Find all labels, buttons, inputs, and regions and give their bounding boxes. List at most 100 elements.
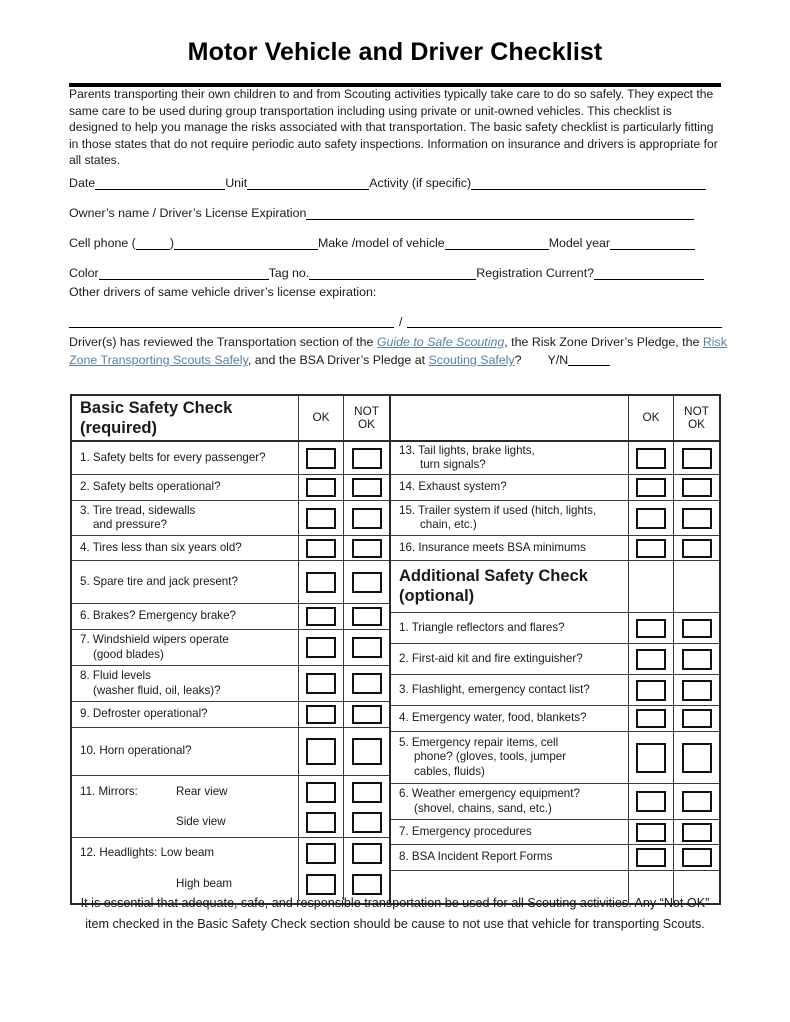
- basic-item-9-notok-checkbox[interactable]: [351, 705, 382, 724]
- additional-header-ok-blank: [629, 561, 674, 612]
- basic-item-2-text: Safety belts operational?: [92, 480, 221, 494]
- basic-item-4-ok-cell: [299, 536, 344, 560]
- basic-item-8-label: 8. Fluid levels (washer fluid, oil, leak…: [72, 666, 299, 701]
- basic-item-10-notok-checkbox[interactable]: [351, 738, 382, 765]
- basic-item-5-text: Spare tire and jack present?: [92, 574, 238, 588]
- checklist-table: Basic Safety Check (required) OK NOT OK …: [70, 394, 721, 905]
- additional-item-2-label: 2. First-aid kit and fire extinguisher?: [391, 644, 629, 674]
- basic-item-2-notok-checkbox[interactable]: [351, 478, 382, 497]
- additional-item-7-ok-cell: [629, 820, 674, 844]
- basic-item-3-text2: and pressure?: [93, 518, 168, 531]
- additional-item-8-label: 8. BSA Incident Report Forms: [391, 845, 629, 870]
- additional-item-8-ok-checkbox[interactable]: [636, 848, 666, 867]
- basic-item-7-notok-checkbox[interactable]: [351, 637, 382, 658]
- basic-item-7-ok-checkbox[interactable]: [306, 637, 336, 658]
- basic-item-5-ok-checkbox[interactable]: [306, 571, 336, 593]
- right-item-13-text2: turn signals?: [420, 458, 486, 471]
- basic-item-4-notok-checkbox[interactable]: [351, 538, 382, 558]
- basic-item-11-side-ok-checkbox[interactable]: [306, 812, 336, 833]
- registration-label: Registration Current?: [476, 266, 595, 280]
- basic-item-12-low-notok-checkbox[interactable]: [351, 842, 382, 864]
- right-item-14-notok-checkbox[interactable]: [681, 478, 712, 497]
- basic-item-12-high-ok-checkbox[interactable]: [306, 873, 336, 895]
- basic-item-11-side-notok-cell: [344, 808, 389, 837]
- additional-item-5-ok-checkbox[interactable]: [636, 742, 666, 773]
- owner-label: Owner’s name / Driver’s License Expirati…: [69, 206, 307, 220]
- basic-item-1-ok-cell: [299, 442, 344, 474]
- additional-item-6-notok-checkbox[interactable]: [681, 791, 712, 812]
- right-item-16-notok-checkbox[interactable]: [681, 538, 712, 558]
- right-item-16-ok-checkbox[interactable]: [636, 538, 666, 558]
- basic-item-5-number: 5.: [80, 574, 90, 588]
- additional-item-3-notok-checkbox[interactable]: [681, 679, 712, 701]
- basic-item-3-ok-checkbox[interactable]: [306, 507, 336, 529]
- additional-item-2-text: First-aid kit and fire extinguisher?: [411, 651, 583, 665]
- basic-item-12-low-ok-checkbox[interactable]: [306, 842, 336, 864]
- basic-item-11-side-ok-cell: [299, 808, 344, 837]
- basic-item-9-ok-checkbox[interactable]: [306, 705, 336, 724]
- registration-input[interactable]: [594, 266, 705, 280]
- owner-input[interactable]: [306, 206, 695, 220]
- additional-item-3-ok-cell: [629, 675, 674, 705]
- additional-item-4-ok-checkbox[interactable]: [636, 709, 666, 728]
- additional-item-7-notok-checkbox[interactable]: [681, 822, 712, 842]
- additional-item-2-ok-checkbox[interactable]: [636, 648, 666, 670]
- right-item-15-notok-cell: [674, 501, 719, 535]
- right-header-row: OK NOT OK: [391, 396, 719, 442]
- yn-input[interactable]: [568, 353, 611, 366]
- additional-item-4-notok-checkbox[interactable]: [681, 709, 712, 728]
- basic-item-1-notok-checkbox[interactable]: [351, 447, 382, 469]
- link-guide-to-safe-scouting[interactable]: Guide to Safe Scouting: [377, 335, 504, 349]
- cell-phone-area-input[interactable]: [135, 237, 170, 250]
- additional-item-1-notok-checkbox[interactable]: [681, 618, 712, 638]
- additional-item-2-notok-checkbox[interactable]: [681, 648, 712, 670]
- right-item-15-notok-checkbox[interactable]: [681, 507, 712, 529]
- additional-item-7-text: Emergency procedures: [411, 824, 532, 838]
- color-input[interactable]: [98, 266, 269, 280]
- link-scouting-safely[interactable]: Scouting Safely: [429, 353, 515, 367]
- additional-item-1-number: 1.: [399, 620, 409, 634]
- other-driver-2-input[interactable]: [407, 315, 723, 328]
- table-row: 1. Safety belts for every passenger?: [72, 442, 389, 475]
- right-item-15-ok-checkbox[interactable]: [636, 507, 666, 529]
- additional-item-8-notok-checkbox[interactable]: [681, 848, 712, 867]
- basic-item-10-ok-checkbox[interactable]: [306, 738, 336, 765]
- make-model-input[interactable]: [444, 236, 549, 250]
- basic-item-12-high-notok-checkbox[interactable]: [351, 873, 382, 895]
- table-row: 14. Exhaust system?: [391, 475, 719, 501]
- basic-item-7-number: 7.: [80, 633, 90, 647]
- basic-item-11-rear-notok-checkbox[interactable]: [351, 781, 382, 803]
- basic-item-2-ok-checkbox[interactable]: [306, 478, 336, 497]
- additional-item-6-ok-checkbox[interactable]: [636, 791, 666, 812]
- basic-item-6-ok-checkbox[interactable]: [306, 607, 336, 626]
- basic-item-11-rear-ok-checkbox[interactable]: [306, 781, 336, 803]
- basic-item-5-notok-checkbox[interactable]: [351, 571, 382, 593]
- other-driver-1-input[interactable]: [69, 315, 394, 328]
- basic-item-11-side-notok-checkbox[interactable]: [351, 812, 382, 833]
- additional-item-7-ok-checkbox[interactable]: [636, 822, 666, 842]
- right-item-13-notok-checkbox[interactable]: [681, 447, 712, 469]
- right-item-14-ok-checkbox[interactable]: [636, 478, 666, 497]
- unit-input[interactable]: [247, 176, 370, 190]
- additional-item-3-ok-checkbox[interactable]: [636, 679, 666, 701]
- basic-item-1-ok-checkbox[interactable]: [306, 447, 336, 469]
- cell-phone-input[interactable]: [173, 236, 318, 250]
- basic-item-1-notok-cell: [344, 442, 389, 474]
- date-input[interactable]: [95, 176, 226, 190]
- basic-item-9-ok-cell: [299, 702, 344, 727]
- additional-item-1-ok-checkbox[interactable]: [636, 618, 666, 638]
- basic-item-8-notok-checkbox[interactable]: [351, 673, 382, 694]
- basic-item-7-notok-cell: [344, 630, 389, 665]
- basic-item-4-ok-checkbox[interactable]: [306, 538, 336, 558]
- activity-label: Activity (if specific): [369, 176, 472, 190]
- activity-input[interactable]: [471, 176, 707, 190]
- additional-item-5-notok-checkbox[interactable]: [681, 742, 712, 773]
- basic-item-6-notok-checkbox[interactable]: [351, 607, 382, 626]
- basic-item-9-number: 9.: [80, 707, 90, 721]
- right-item-13-ok-checkbox[interactable]: [636, 447, 666, 469]
- model-year-input[interactable]: [609, 236, 695, 250]
- basic-item-3-notok-checkbox[interactable]: [351, 507, 382, 529]
- tag-no-input[interactable]: [309, 266, 477, 280]
- basic-item-8-ok-checkbox[interactable]: [306, 673, 336, 694]
- right-item-15-text2: chain, etc.): [420, 518, 477, 531]
